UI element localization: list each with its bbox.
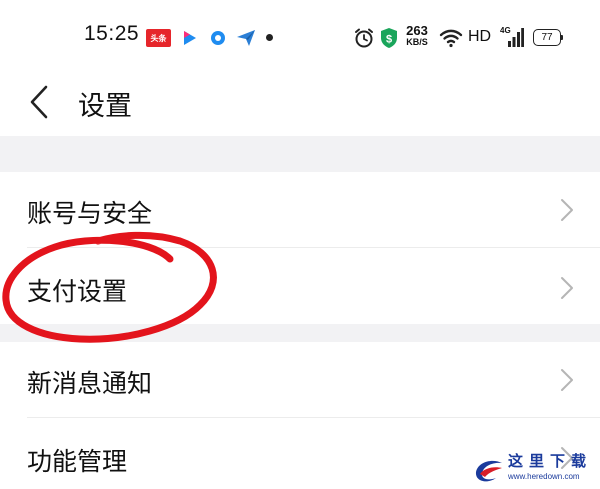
page-title: 设置 bbox=[78, 91, 132, 122]
settings-item-label: 账号与安全 bbox=[27, 199, 153, 228]
status-bar: 15:25 头条 $ 263 KB/S HD 4G 77 bbox=[0, 0, 600, 72]
settings-item-label: 新消息通知 bbox=[27, 369, 153, 398]
battery-tip bbox=[561, 35, 563, 40]
chevron-right-icon bbox=[561, 277, 573, 299]
watermark: 这里下载 www.heredown.com bbox=[470, 450, 595, 488]
section-gap bbox=[0, 136, 600, 172]
more-dot-icon bbox=[266, 34, 273, 41]
paper-plane-icon bbox=[236, 29, 256, 47]
toutiao-app-icon: 头条 bbox=[146, 29, 171, 47]
toutiao-label: 头条 bbox=[150, 33, 167, 43]
battery-icon: 77 bbox=[533, 29, 561, 46]
network-type-label: 4G bbox=[500, 26, 511, 35]
page-header: 设置 bbox=[0, 72, 600, 136]
back-button[interactable] bbox=[22, 82, 56, 122]
section-gap bbox=[0, 324, 600, 342]
divider bbox=[27, 417, 600, 418]
hd-label: HD bbox=[468, 28, 492, 45]
watermark-text: 这里下载 bbox=[508, 452, 593, 470]
chevron-right-icon bbox=[561, 199, 573, 221]
wifi-icon bbox=[439, 26, 463, 50]
settings-item-payment[interactable]: 支付设置 bbox=[0, 250, 600, 326]
settings-item-label: 支付设置 bbox=[27, 277, 128, 306]
circle-app-icon bbox=[210, 29, 226, 47]
security-shield-icon: $ bbox=[380, 26, 398, 50]
settings-item-label: 功能管理 bbox=[27, 447, 128, 476]
svg-text:$: $ bbox=[386, 34, 392, 46]
divider bbox=[27, 247, 600, 248]
network-speed: 263 KB/S bbox=[401, 24, 433, 47]
youku-app-icon bbox=[180, 29, 200, 47]
chevron-right-icon bbox=[561, 369, 573, 391]
battery-level: 77 bbox=[541, 32, 553, 43]
status-time: 15:25 bbox=[84, 22, 140, 45]
settings-item-notifications[interactable]: 新消息通知 bbox=[0, 342, 600, 418]
watermark-logo-icon bbox=[475, 460, 502, 482]
network-speed-value: 263 bbox=[406, 23, 428, 38]
alarm-icon bbox=[353, 26, 375, 50]
watermark-url: www.heredown.com bbox=[508, 472, 580, 481]
chevron-left-icon bbox=[30, 85, 48, 119]
settings-item-account-security[interactable]: 账号与安全 bbox=[0, 172, 600, 248]
network-speed-unit: KB/S bbox=[406, 37, 428, 47]
